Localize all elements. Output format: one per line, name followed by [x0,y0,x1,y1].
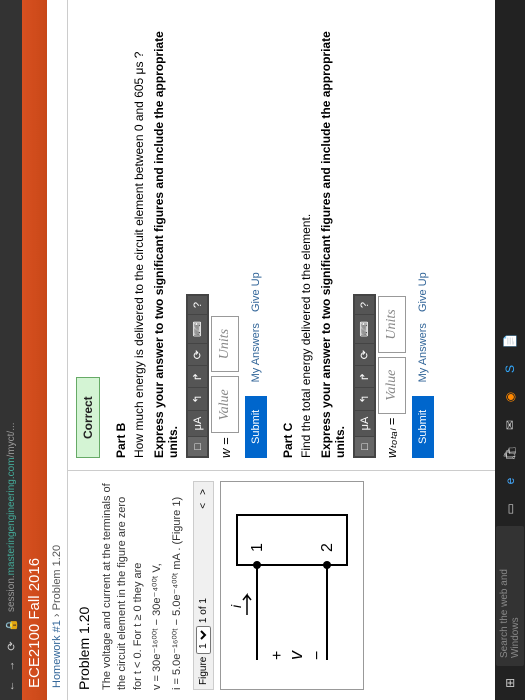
start-icon[interactable]: ⊞ [499,672,521,694]
answer-column: Correct Part B How much energy is delive… [68,0,503,470]
figure-prev-icon[interactable]: < [198,500,209,512]
figure-next-icon[interactable]: > [198,486,209,498]
figure-box: 1 2 i + v − [220,481,364,690]
part-c-question: Find the total energy delivered to the e… [299,12,313,458]
tb-blank[interactable]: □ [188,437,207,456]
course-header: ECE2100 Fall 2016 [22,0,47,700]
part-c-label: Part C [281,12,295,458]
circuit-diagram: 1 2 i + v − [227,501,357,671]
part-b-var: w = [218,437,233,458]
taskbar-search[interactable]: Search the web and Windows [496,526,524,666]
tb-help-c[interactable]: ? [355,296,374,314]
answer-toolbar-c: □ μA ↰ ↱ ⟳ ⌨ ? [353,294,376,458]
breadcrumb-problem: Problem 1.20 [51,545,63,610]
tb-help[interactable]: ? [188,296,207,314]
tb-redo-c[interactable]: ↱ [355,366,374,387]
my-answers-link-c[interactable]: My Answers [417,323,429,382]
tb-reset[interactable]: ⟳ [188,344,207,365]
lock-icon: 🔒 [5,620,18,632]
figure-select[interactable]: 1 [196,626,211,654]
problem-title: Problem 1.20 [76,481,92,690]
tb-units[interactable]: μA [188,411,207,437]
part-b-value-input[interactable]: Value [211,376,239,433]
tb-undo-c[interactable]: ↰ [355,388,374,409]
figure-label: Figure [198,657,209,685]
answer-toolbar-b: □ μA ↰ ↱ ⟳ ⌨ ? [186,294,209,458]
mail-icon[interactable]: ✉ [499,414,521,436]
svg-text:−: − [309,651,326,660]
my-answers-link-b[interactable]: My Answers [250,323,262,382]
tb-units-c[interactable]: μA [355,411,374,437]
edge-icon[interactable]: e [499,470,521,492]
part-c-value-input[interactable]: Value [378,357,406,414]
groove-icon[interactable]: ◉ [499,386,521,408]
svg-text:2: 2 [319,544,336,553]
tb-reset-c[interactable]: ⟳ [355,344,374,365]
part-c-units-input[interactable]: Units [378,296,406,352]
forward-icon[interactable]: → [5,660,17,672]
task-view-icon[interactable]: ▭ [499,498,521,520]
tb-blank-c[interactable]: □ [355,437,374,456]
tb-undo[interactable]: ↰ [188,388,207,409]
part-c-instr: Express your answer to two significant f… [319,12,347,458]
part-b-instr: Express your answer to two significant f… [152,12,180,458]
breadcrumb-hw[interactable]: Homework #1 [51,620,63,688]
part-b-label: Part B [114,12,128,458]
correct-badge: Correct [76,377,100,458]
give-up-link-b[interactable]: Give Up [250,272,262,312]
svg-text:i: i [228,605,244,609]
refresh-icon[interactable]: ⟳ [5,640,18,652]
submit-button-c[interactable]: Submit [412,396,434,458]
part-b-units-input[interactable]: Units [211,316,239,372]
problem-intro: The voltage and current at the terminals… [100,481,146,690]
svg-text:+: + [269,651,286,660]
part-c-var: wₜₒₜₐₗ = [384,418,400,458]
problem-column: Problem 1.20 The voltage and current at … [68,470,503,700]
back-icon[interactable]: ← [5,680,17,692]
breadcrumb: Homework #1 › Problem 1.20 [47,0,68,700]
url-bar[interactable]: session.masteringengineering.com/myct/..… [6,8,17,612]
tb-keyboard[interactable]: ⌨ [188,315,207,343]
figure-count: 1 of 1 [198,598,209,623]
skype-icon[interactable]: S [499,358,521,380]
windows-taskbar: ⊞ Search the web and Windows ▭ e 🛍 ✉ ◉ S… [495,0,525,700]
store-icon[interactable]: 🛍 [499,442,521,464]
give-up-link-c[interactable]: Give Up [417,272,429,312]
tb-keyboard-c[interactable]: ⌨ [355,315,374,343]
svg-text:v: v [286,651,306,661]
problem-eq-v: v = 30e⁻¹⁶⁰⁰ᵗ − 30e⁻⁴⁰⁰ᵗ V, [150,481,165,690]
part-b-question: How much energy is delivered to the circ… [132,12,146,458]
tb-redo[interactable]: ↱ [188,366,207,387]
app-icon[interactable]: 📄 [499,330,521,352]
problem-eq-i: i = 5.0e⁻¹⁶⁰⁰ᵗ − 5.0e⁻⁴⁰⁰ᵗ mA . (Figure … [170,481,185,690]
submit-button-b[interactable]: Submit [245,396,267,458]
svg-text:1: 1 [249,544,266,553]
